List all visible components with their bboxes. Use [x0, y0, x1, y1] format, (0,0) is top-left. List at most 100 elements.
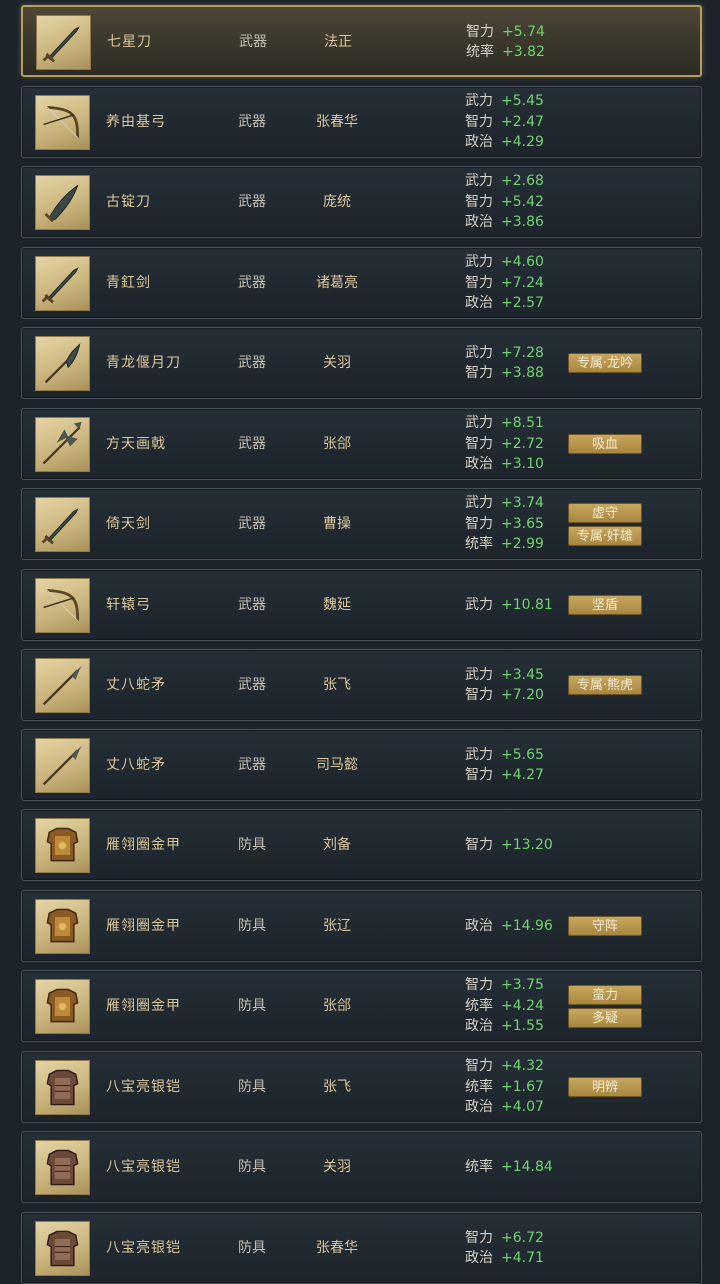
equipment-row[interactable]: 丈八蛇矛 武器 司马懿 武力 +5.65 智力 +4.27 [21, 729, 702, 801]
stat-line: 政治 +4.07 [465, 1097, 575, 1118]
general-name: 司马懿 [316, 757, 358, 773]
stat-name: 武力 [465, 173, 493, 190]
stat-name: 武力 [465, 344, 493, 361]
skill-badge[interactable]: 守阵 [568, 916, 642, 936]
equipment-type: 防具 [238, 1240, 266, 1256]
stat-name: 武力 [465, 746, 493, 763]
equipment-type: 武器 [238, 114, 266, 130]
stat-value: +2.47 [501, 113, 544, 130]
stat-value: +3.45 [501, 666, 544, 683]
skill-badge[interactable]: 专属·龙吟 [568, 353, 642, 373]
equipment-name: 丈八蛇矛 [106, 757, 166, 773]
skill-badge[interactable]: 多疑 [568, 1007, 642, 1028]
equipment-name: 丈八蛇矛 [106, 677, 166, 693]
equipment-row[interactable]: 丈八蛇矛 武器 张飞 武力 +3.45 智力 +7.20 专属·熊虎 [21, 649, 702, 721]
skill-badge[interactable]: 明辨 [568, 1077, 642, 1097]
equipment-name: 八宝亮银铠 [106, 1240, 181, 1256]
stat-value: +4.27 [501, 767, 544, 783]
equipment-name: 青龙偃月刀 [106, 355, 181, 371]
stat-line: 智力 +3.65 [465, 514, 575, 535]
equipment-row[interactable]: 八宝亮银铠 防具 张春华 智力 +6.72 政治 +4.71 [21, 1212, 702, 1284]
equipment-row[interactable]: 倚天剑 武器 曹操 武力 +3.74 智力 +3.65 统率 +2.99 虚守 专属·奸雄 [21, 488, 702, 560]
equipment-row[interactable]: 八宝亮银铠 防具 张飞 智力 +4.32 统率 +1.67 政治 +4.07 明辨 [21, 1051, 702, 1123]
stat-line: 智力 +7.20 [465, 685, 575, 706]
stat-list: 武力 +5.65 智力 +4.27 [465, 730, 575, 800]
general-name: 张春华 [316, 1240, 358, 1256]
stat-value: +2.57 [501, 295, 544, 312]
stat-list: 武力 +5.45 智力 +2.47 政治 +4.29 [465, 87, 575, 157]
stat-value: +2.68 [501, 173, 544, 190]
skill-badge[interactable]: 虚守 [568, 502, 642, 523]
equipment-type: 防具 [238, 1079, 266, 1095]
general-name: 张辽 [323, 918, 351, 934]
gold-armor-icon [35, 818, 90, 873]
stat-value: +13.20 [501, 836, 553, 853]
equipment-type: 武器 [238, 355, 266, 371]
stat-list: 武力 +3.74 智力 +3.65 统率 +2.99 [465, 489, 575, 559]
general-name: 张春华 [316, 114, 358, 130]
general-name: 张郃 [323, 998, 351, 1014]
skill-badge[interactable]: 专属·熊虎 [568, 675, 642, 695]
equipment-name: 八宝亮银铠 [106, 1079, 181, 1095]
stat-name: 政治 [465, 917, 493, 934]
equipment-type: 武器 [238, 436, 266, 452]
stat-line: 武力 +3.45 [465, 665, 575, 686]
equipment-name: 八宝亮银铠 [106, 1159, 181, 1175]
stat-name: 智力 [465, 977, 493, 994]
equipment-type: 武器 [238, 597, 266, 613]
sword-icon [35, 497, 90, 552]
bow-icon [35, 95, 90, 150]
skill-list: 蛮力 多疑 [568, 971, 642, 1041]
stat-value: +4.29 [501, 134, 544, 151]
stat-line: 武力 +2.68 [465, 171, 575, 192]
stat-line: 统率 +2.99 [465, 534, 575, 555]
stat-name: 武力 [465, 254, 493, 271]
stat-line: 政治 +3.10 [465, 454, 575, 475]
stat-name: 智力 [465, 1058, 493, 1075]
equipment-row[interactable]: 青龙偃月刀 武器 关羽 武力 +7.28 智力 +3.88 专属·龙吟 [21, 327, 702, 399]
general-name: 张郃 [323, 436, 351, 452]
stat-name: 武力 [465, 596, 493, 613]
sword-icon [35, 256, 90, 311]
stat-list: 武力 +7.28 智力 +3.88 [465, 328, 575, 398]
stat-line: 政治 +3.86 [465, 212, 575, 233]
stat-value: +7.20 [501, 687, 544, 703]
stat-value: +1.67 [501, 1078, 544, 1095]
equipment-row[interactable]: 古锭刀 武器 庞统 武力 +2.68 智力 +5.42 政治 +3.86 [21, 166, 702, 238]
equipment-row[interactable]: 轩辕弓 武器 魏延 武力 +10.81 坚盾 [21, 569, 702, 641]
skill-badge[interactable]: 坚盾 [568, 595, 642, 615]
stat-value: +1.55 [501, 1018, 544, 1035]
equipment-row[interactable]: 青釭剑 武器 诸葛亮 武力 +4.60 智力 +7.24 政治 +2.57 [21, 247, 702, 319]
stat-list: 武力 +4.60 智力 +7.24 政治 +2.57 [465, 248, 575, 318]
equipment-row[interactable]: 方天画戟 武器 张郃 武力 +8.51 智力 +2.72 政治 +3.10 吸血 [21, 408, 702, 480]
equipment-row[interactable]: 七星刀 武器 法正 智力 +5.74 统率 +3.82 [21, 5, 702, 77]
stat-list: 智力 +5.74 统率 +3.82 [466, 7, 576, 77]
stat-name: 统率 [465, 536, 493, 553]
equipment-type: 防具 [238, 837, 266, 853]
equipment-row[interactable]: 雁翎圈金甲 防具 张郃 智力 +3.75 统率 +4.24 政治 +1.55 蛮力 多疑 [21, 970, 702, 1042]
equipment-row[interactable]: 八宝亮银铠 防具 关羽 统率 +14.84 [21, 1131, 702, 1203]
skill-badge[interactable]: 蛮力 [568, 984, 642, 1005]
skill-list: 专属·龙吟 [568, 328, 642, 398]
equipment-row[interactable]: 雁翎圈金甲 防具 刘备 智力 +13.20 [21, 809, 702, 881]
stat-line: 智力 +5.42 [465, 192, 575, 213]
equipment-row[interactable]: 雁翎圈金甲 防具 张辽 政治 +14.96 守阵 [21, 890, 702, 962]
stat-name: 武力 [465, 495, 493, 512]
equipment-row[interactable]: 养由基弓 武器 张春华 武力 +5.45 智力 +2.47 政治 +4.29 [21, 86, 702, 158]
stat-name: 统率 [465, 997, 493, 1014]
skill-badge[interactable]: 专属·奸雄 [568, 525, 642, 546]
stat-value: +3.65 [501, 515, 544, 532]
skill-badge[interactable]: 吸血 [568, 434, 642, 454]
stat-value: +4.24 [501, 997, 544, 1014]
stat-value: +4.32 [501, 1058, 544, 1075]
skill-list: 虚守 专属·奸雄 [568, 489, 642, 559]
stat-name: 智力 [465, 435, 493, 452]
stat-line: 智力 +7.24 [465, 273, 575, 294]
stat-list: 智力 +3.75 统率 +4.24 政治 +1.55 [465, 971, 575, 1041]
equipment-type: 武器 [238, 275, 266, 291]
stat-name: 统率 [465, 1078, 493, 1095]
stat-list: 武力 +2.68 智力 +5.42 政治 +3.86 [465, 167, 575, 237]
equipment-type: 防具 [238, 1159, 266, 1175]
general-name: 诸葛亮 [316, 275, 358, 291]
stat-name: 智力 [465, 1229, 493, 1246]
